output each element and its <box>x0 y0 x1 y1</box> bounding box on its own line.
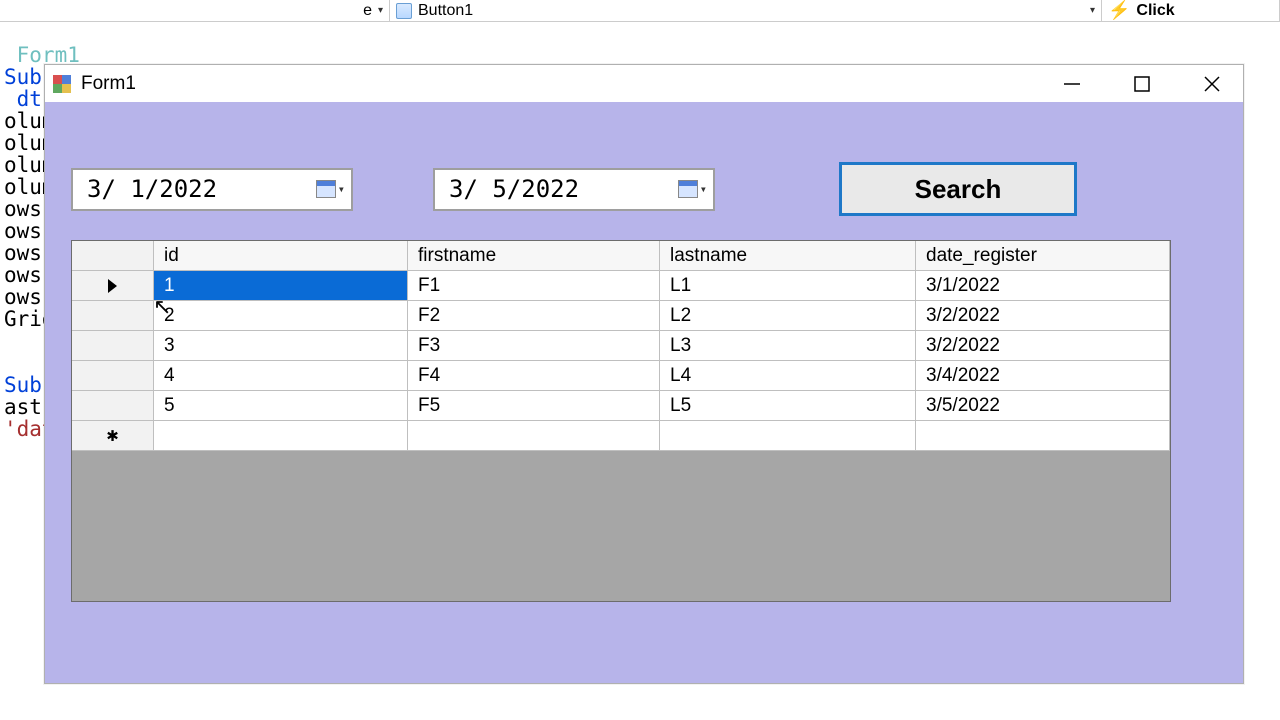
cell-id[interactable]: 4 <box>154 361 408 391</box>
row-header[interactable]: ✱ <box>72 421 154 451</box>
dropdown-arrow-icon[interactable]: ▾ <box>338 182 345 196</box>
cell-lastname[interactable]: L3 <box>660 331 916 361</box>
cell-id[interactable]: 3 <box>154 331 408 361</box>
row-header[interactable] <box>72 361 154 391</box>
row-header[interactable] <box>72 271 154 301</box>
cell-date-register[interactable]: 3/2/2022 <box>916 331 1170 361</box>
row-header[interactable] <box>72 331 154 361</box>
close-icon <box>1202 74 1222 94</box>
date-to-value: 3/ 5/2022 <box>449 175 579 203</box>
cell-firstname[interactable]: F3 <box>408 331 660 361</box>
lightning-icon: ⚡ <box>1108 0 1130 21</box>
ide-dd1-text: e <box>363 2 372 20</box>
row-header[interactable] <box>72 301 154 331</box>
window-title: Form1 <box>81 73 136 95</box>
ide-event-dropdown[interactable]: ⚡ Click <box>1102 0 1280 21</box>
minimize-icon <box>1062 74 1082 94</box>
new-row-icon: ✱ <box>106 427 119 445</box>
data-grid[interactable]: id firstname lastname date_register 1 F1… <box>71 240 1171 602</box>
dropdown-arrow-icon: ▾ <box>378 5 383 16</box>
row-header[interactable] <box>72 391 154 421</box>
table-row[interactable]: 4 F4 L4 3/4/2022 <box>72 361 1170 391</box>
cell-firstname[interactable]: F1 <box>408 271 660 301</box>
button-icon <box>396 3 412 19</box>
cell-date-register[interactable]: 3/1/2022 <box>916 271 1170 301</box>
app-icon <box>53 75 71 93</box>
code-text: Sub <box>4 373 42 397</box>
dropdown-arrow-icon: ▾ <box>1090 5 1095 16</box>
window-controls <box>1057 69 1235 99</box>
table-row[interactable]: 5 F5 L5 3/5/2022 <box>72 391 1170 421</box>
calendar-icon <box>678 180 698 198</box>
ide-dd2-text: Button1 <box>418 2 473 20</box>
date-from-value: 3/ 1/2022 <box>87 175 217 203</box>
cell-firstname[interactable] <box>408 421 660 451</box>
table-row[interactable]: 2 F2 L2 3/2/2022 <box>72 301 1170 331</box>
column-header-date-register[interactable]: date_register <box>916 241 1170 271</box>
search-controls-row: 3/ 1/2022 ▾ 3/ 5/2022 ▾ Search <box>71 128 1217 240</box>
grid-header-row: id firstname lastname date_register <box>72 241 1170 271</box>
column-header-lastname[interactable]: lastname <box>660 241 916 271</box>
form-client-area: 3/ 1/2022 ▾ 3/ 5/2022 ▾ Search <box>45 102 1243 683</box>
cell-firstname[interactable]: F4 <box>408 361 660 391</box>
cell-firstname[interactable]: F5 <box>408 391 660 421</box>
minimize-button[interactable] <box>1057 69 1087 99</box>
dropdown-arrow-icon[interactable]: ▾ <box>700 182 707 196</box>
close-button[interactable] <box>1197 69 1227 99</box>
current-row-indicator-icon <box>108 279 117 293</box>
ide-class-dropdown[interactable]: e ▾ <box>0 0 390 21</box>
ide-object-dropdown[interactable]: Button1 ▾ <box>390 0 1102 21</box>
maximize-icon <box>1133 75 1151 93</box>
cell-date-register[interactable]: 3/5/2022 <box>916 391 1170 421</box>
cell-lastname[interactable]: L5 <box>660 391 916 421</box>
row-header-corner[interactable] <box>72 241 154 271</box>
maximize-button[interactable] <box>1127 69 1157 99</box>
calendar-icon <box>316 180 336 198</box>
search-button-label: Search <box>915 174 1002 205</box>
date-from-picker[interactable]: 3/ 1/2022 ▾ <box>71 168 353 211</box>
cell-id[interactable]: 5 <box>154 391 408 421</box>
column-header-firstname[interactable]: firstname <box>408 241 660 271</box>
ide-toolbar: e ▾ Button1 ▾ ⚡ Click <box>0 0 1280 22</box>
cell-id[interactable]: 1 <box>154 271 408 301</box>
table-row[interactable]: 1 F1 L1 3/1/2022 <box>72 271 1170 301</box>
new-row[interactable]: ✱ <box>72 421 1170 451</box>
cell-id[interactable] <box>154 421 408 451</box>
column-header-id[interactable]: id <box>154 241 408 271</box>
cell-firstname[interactable]: F2 <box>408 301 660 331</box>
form-window: Form1 3/ 1/2022 ▾ 3/ 5/2022 <box>44 64 1244 684</box>
cell-lastname[interactable] <box>660 421 916 451</box>
date-to-picker[interactable]: 3/ 5/2022 ▾ <box>433 168 715 211</box>
table-row[interactable]: 3 F3 L3 3/2/2022 <box>72 331 1170 361</box>
cell-lastname[interactable]: L1 <box>660 271 916 301</box>
cell-date-register[interactable] <box>916 421 1170 451</box>
cell-date-register[interactable]: 3/2/2022 <box>916 301 1170 331</box>
cell-date-register[interactable]: 3/4/2022 <box>916 361 1170 391</box>
cell-lastname[interactable]: L2 <box>660 301 916 331</box>
cell-id[interactable]: 2 <box>154 301 408 331</box>
titlebar[interactable]: Form1 <box>45 65 1243 102</box>
ide-dd3-text: Click <box>1136 2 1174 20</box>
search-button[interactable]: Search <box>839 162 1077 216</box>
cell-lastname[interactable]: L4 <box>660 361 916 391</box>
